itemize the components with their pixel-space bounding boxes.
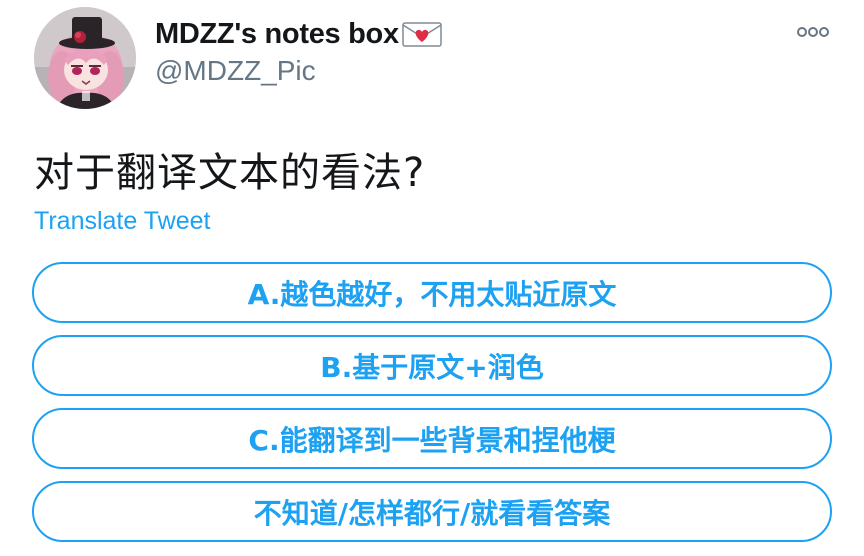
love-letter-icon bbox=[402, 22, 442, 47]
poll-option-c[interactable]: C.能翻译到一些背景和捏他梗 bbox=[32, 408, 832, 469]
poll: A.越色越好，不用太贴近原文 B.基于原文+润色 C.能翻译到一些背景和捏他梗 … bbox=[32, 262, 832, 554]
tweet-text: 对于翻译文本的看法? bbox=[34, 150, 426, 196]
translate-tweet-link[interactable]: Translate Tweet bbox=[34, 207, 210, 236]
poll-option-b[interactable]: B.基于原文+润色 bbox=[32, 335, 832, 396]
author-handle[interactable]: @MDZZ_Pic bbox=[155, 55, 316, 87]
author-name-row[interactable]: MDZZ's notes box bbox=[155, 14, 442, 54]
avatar[interactable] bbox=[34, 7, 136, 109]
author-display-name[interactable]: MDZZ's notes box bbox=[155, 18, 399, 51]
poll-option-d[interactable]: 不知道/怎样都行/就看看答案 bbox=[32, 481, 832, 542]
more-options-icon[interactable] bbox=[796, 24, 830, 40]
avatar-image bbox=[34, 7, 136, 109]
tweet-card: MDZZ's notes box @MDZZ_Pic 对于翻译文本的看法? Tr… bbox=[0, 0, 864, 556]
poll-option-a[interactable]: A.越色越好，不用太贴近原文 bbox=[32, 262, 832, 323]
